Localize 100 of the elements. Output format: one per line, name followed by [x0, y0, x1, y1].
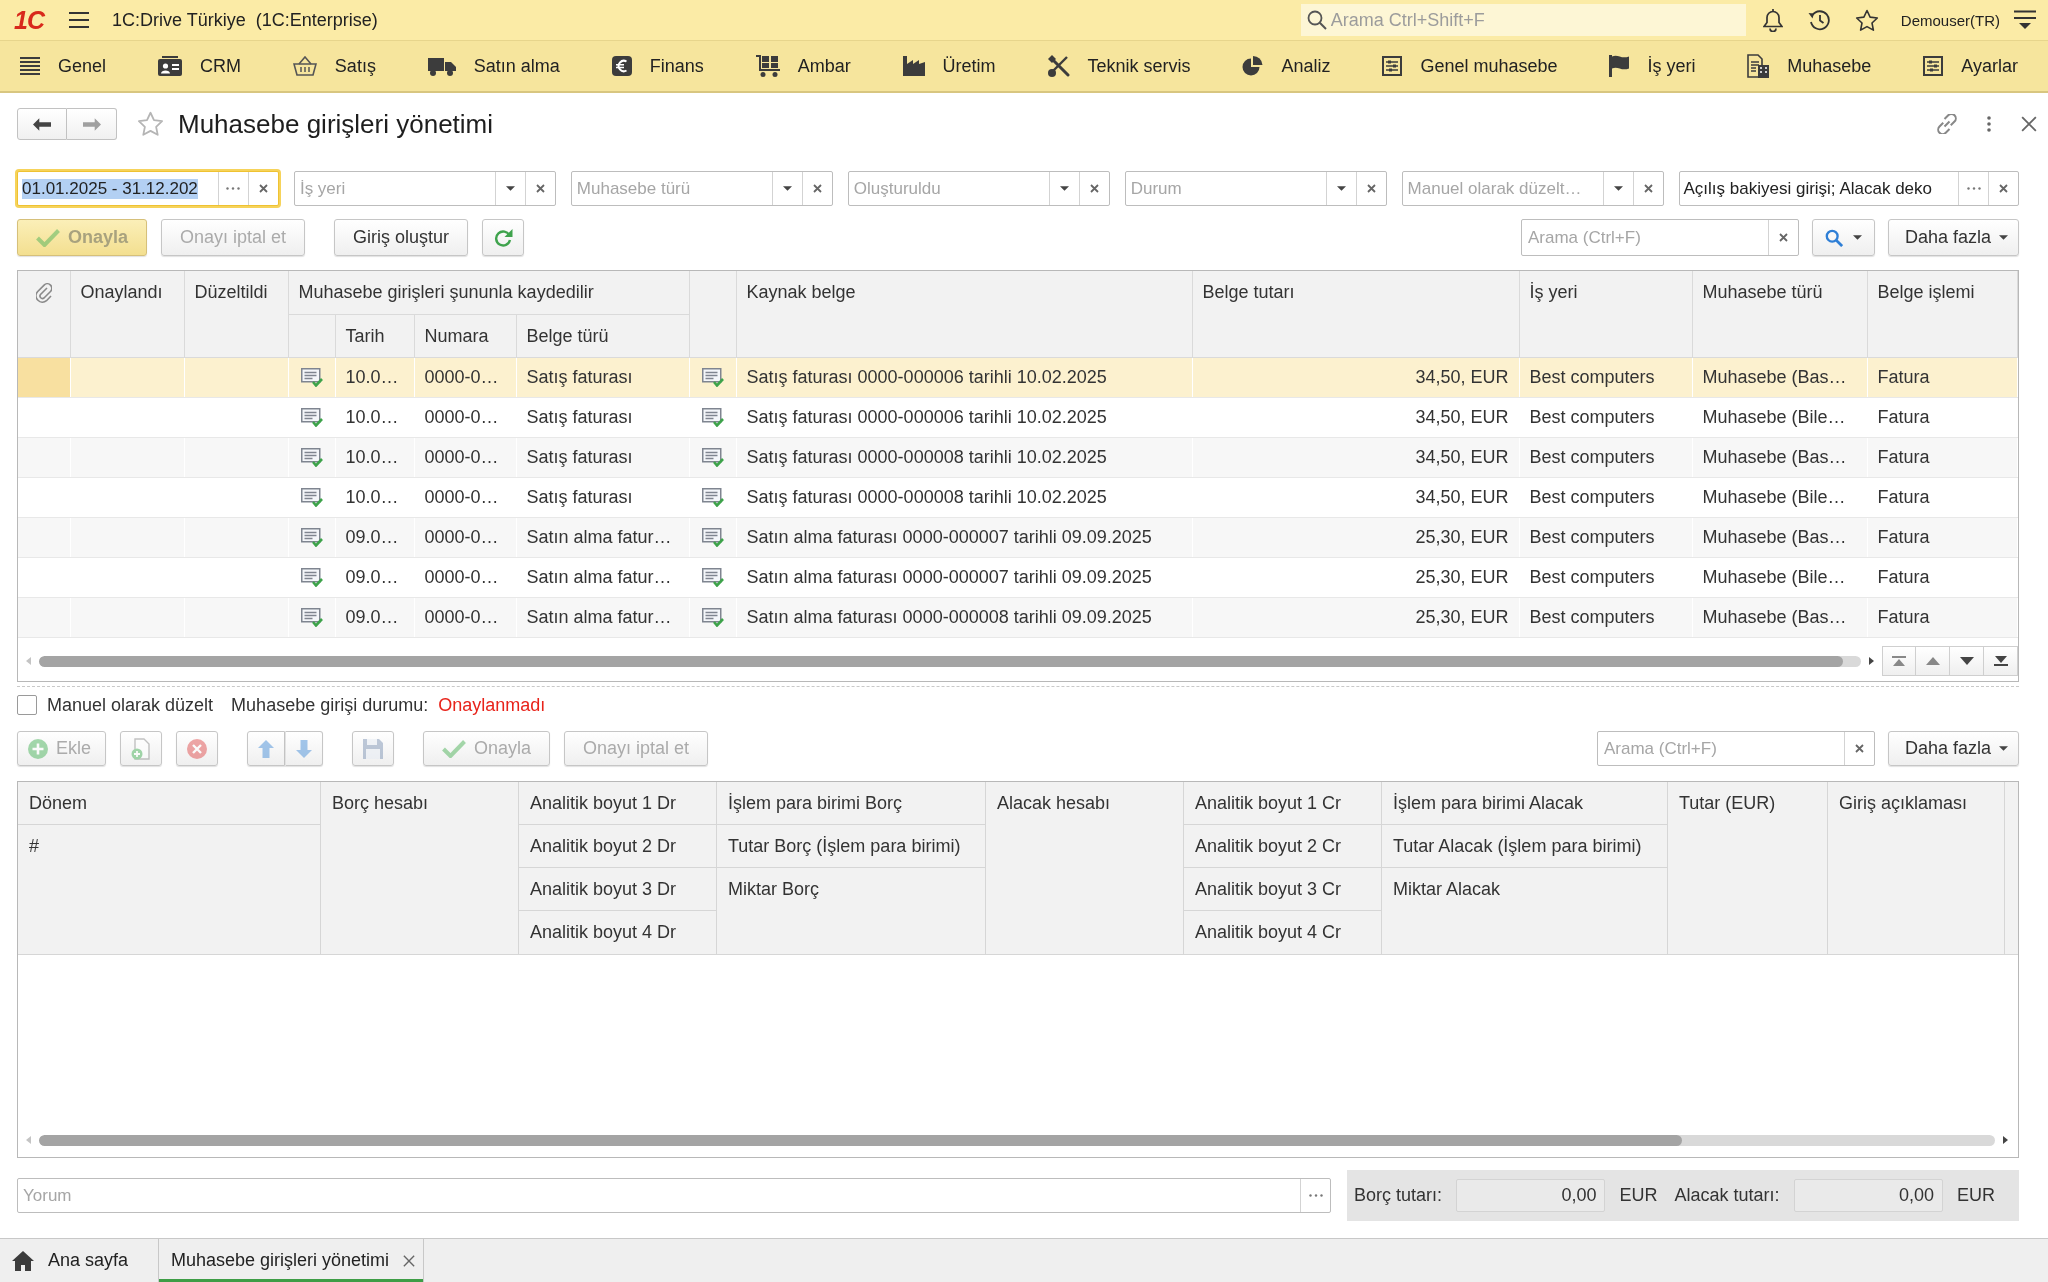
- search-input[interactable]: Arama (Ctrl+F): [1597, 732, 1844, 765]
- column-header[interactable]: Analitik boyut 1 Dr: [519, 782, 716, 825]
- column-header[interactable]: Analitik boyut 4 Cr: [1184, 911, 1381, 954]
- column-header[interactable]: Analitik boyut 1 Cr: [1184, 782, 1381, 825]
- filter-input[interactable]: Durum: [1125, 172, 1326, 205]
- column-header[interactable]: İşlem para birimi Borç: [717, 782, 985, 825]
- column-header[interactable]: Tarih: [335, 314, 414, 357]
- column-header[interactable]: İşlem para birimi Alacak: [1382, 782, 1667, 825]
- more-icon[interactable]: [1987, 116, 1991, 132]
- table-cell: Fatura: [1867, 477, 2018, 517]
- paperclip-icon[interactable]: [35, 283, 52, 303]
- bell-icon[interactable]: [1762, 8, 1783, 32]
- column-header[interactable]: Borç hesabı: [321, 782, 518, 954]
- more-button[interactable]: Daha fazla: [1887, 219, 2019, 256]
- table-row[interactable]: 10.0… 0000-0… Satış faturası Satış faturası 0000-000008 tarihli 10.02.2025 34,50, EUR Best computers Muhasebe (Bas… Fatura: [18, 437, 2018, 477]
- checkbox-label[interactable]: Manuel olarak düzelt: [47, 694, 214, 716]
- menu-button[interactable]: [67, 9, 90, 31]
- filter-field[interactable]: Oluşturuldu: [847, 171, 1110, 206]
- section-link[interactable]: Satış: [292, 55, 376, 77]
- table-row[interactable]: 09.0… 0000-0… Satın alma fatur… Satın alma faturası 0000-000007 tarihli 09.09.2025 25,30, EUR Best computers Muhasebe (Bas… Fatura: [18, 517, 2018, 557]
- section-link[interactable]: Analiz: [1242, 55, 1331, 77]
- section-link[interactable]: Teknik servis: [1047, 55, 1191, 77]
- column-header[interactable]: Muhasebe türü: [1692, 271, 1868, 357]
- user-name[interactable]: Demouser(TR): [1900, 11, 2000, 29]
- column-header[interactable]: Belge işlemi: [1867, 271, 2018, 357]
- search-field[interactable]: Arama Ctrl+Shift+F: [1300, 4, 1746, 36]
- column-header[interactable]: Giriş açıklaması: [1828, 782, 2004, 954]
- search-button[interactable]: [1811, 219, 1875, 256]
- column-header[interactable]: Belge türü: [516, 314, 690, 357]
- column-header[interactable]: Kaynak belge: [736, 271, 1193, 357]
- column-header[interactable]: Onaylandı: [70, 271, 184, 357]
- column-header[interactable]: Miktar Borç: [717, 868, 985, 954]
- table-row[interactable]: 10.0… 0000-0… Satış faturası Satış faturası 0000-000006 tarihli 10.02.2025 34,50, EUR Best computers Muhasebe (Bas… Fatura: [18, 357, 2018, 397]
- column-header[interactable]: Dönem: [18, 782, 320, 825]
- section-link[interactable]: Muhasebe: [1747, 54, 1872, 78]
- filter-field[interactable]: İş yeri: [293, 171, 556, 206]
- close-icon[interactable]: [2021, 116, 2037, 132]
- section-link[interactable]: Genel: [20, 55, 107, 77]
- search-input[interactable]: Arama (Ctrl+F): [1521, 220, 1768, 255]
- close-icon[interactable]: [403, 1254, 416, 1267]
- window-tab[interactable]: Ana sayfa: [0, 1239, 159, 1282]
- basket-icon: [292, 56, 317, 76]
- column-header[interactable]: #: [18, 825, 320, 954]
- column-header[interactable]: Numara: [414, 314, 516, 357]
- checkbox[interactable]: [17, 695, 37, 715]
- next-row-button[interactable]: [1950, 646, 1984, 676]
- filter-input[interactable]: Açılış bakiyesi girişi; Alacak deko: [1679, 172, 1958, 205]
- toolbar-button[interactable]: Giriş oluştur: [334, 219, 469, 256]
- section-link[interactable]: Ayarlar: [1923, 55, 2018, 77]
- star-icon[interactable]: [1854, 8, 1879, 32]
- filter-input[interactable]: Manuel olarak düzelt…: [1402, 172, 1603, 205]
- horizontal-scrollbar[interactable]: [26, 654, 1874, 668]
- table-row[interactable]: 10.0… 0000-0… Satış faturası Satış faturası 0000-000008 tarihli 10.02.2025 34,50, EUR Best computers Muhasebe (Bile… Fatura: [18, 477, 2018, 517]
- more-button[interactable]: Daha fazla: [1887, 731, 2019, 766]
- column-header[interactable]: Düzeltildi: [184, 271, 288, 357]
- filter-input[interactable]: İş yeri: [294, 172, 495, 205]
- column-header[interactable]: Belge tutarı: [1192, 271, 1520, 357]
- column-header[interactable]: Miktar Alacak: [1382, 868, 1667, 954]
- column-header[interactable]: Alacak hesabı: [986, 782, 1183, 954]
- link-icon[interactable]: [1937, 114, 1957, 134]
- filter-field[interactable]: Durum: [1124, 171, 1387, 206]
- column-header[interactable]: Analitik boyut 3 Dr: [519, 868, 716, 911]
- search-input[interactable]: Arama Ctrl+Shift+F: [1330, 9, 1740, 31]
- column-header[interactable]: Analitik boyut 2 Dr: [519, 825, 716, 868]
- section-link[interactable]: Üretim: [902, 55, 996, 77]
- column-header[interactable]: Analitik boyut 3 Cr: [1184, 868, 1381, 911]
- table-row[interactable]: 09.0… 0000-0… Satın alma fatur… Satın alma faturası 0000-000008 tarihli 09.09.2025 25,30, EUR Best computers Muhasebe (Bas… Fatura: [18, 597, 2018, 637]
- filter-field[interactable]: Muhasebe türü: [570, 171, 833, 206]
- history-icon[interactable]: [1806, 9, 1831, 31]
- column-header[interactable]: Analitik boyut 2 Cr: [1184, 825, 1381, 868]
- search-field[interactable]: Arama (Ctrl+F): [1520, 219, 1799, 256]
- horizontal-scrollbar[interactable]: [26, 1133, 2008, 1147]
- last-row-button[interactable]: [1984, 646, 2018, 676]
- filter-field[interactable]: Manuel olarak düzelt…: [1401, 171, 1664, 206]
- menu-icon[interactable]: [2014, 10, 2036, 30]
- column-header[interactable]: İş yeri: [1519, 271, 1693, 357]
- filter-field[interactable]: Açılış bakiyesi girişi; Alacak deko: [1678, 171, 2019, 206]
- search-field[interactable]: Arama (Ctrl+F): [1596, 731, 1875, 766]
- table-row[interactable]: 10.0… 0000-0… Satış faturası Satış faturası 0000-000006 tarihli 10.02.2025 34,50, EUR Best computers Muhasebe (Bile… Fatura: [18, 397, 2018, 437]
- table-cell: Satın alma fatur…: [516, 517, 690, 557]
- refresh-icon: [493, 227, 514, 248]
- refresh-button[interactable]: [482, 219, 525, 256]
- section-link[interactable]: İş yeri: [1609, 55, 1696, 77]
- filter-input[interactable]: Muhasebe türü: [571, 172, 772, 205]
- column-header[interactable]: Tutar Borç (İşlem para birimi): [717, 825, 985, 868]
- section-link[interactable]: Satın alma: [427, 55, 560, 77]
- back-button[interactable]: [17, 108, 67, 140]
- filter-input[interactable]: Oluşturuldu: [848, 172, 1049, 205]
- section-link[interactable]: Ambar: [755, 55, 851, 77]
- section-link[interactable]: CRM: [157, 55, 241, 77]
- column-header[interactable]: Tutar (EUR): [1668, 782, 1827, 954]
- section-link[interactable]: Genel muhasebe: [1382, 55, 1558, 77]
- table-row[interactable]: 09.0… 0000-0… Satın alma fatur… Satın alma faturası 0000-000007 tarihli 09.09.2025 25,30, EUR Best computers Muhasebe (Bile… Fatura: [18, 557, 2018, 597]
- column-header[interactable]: Tutar Alacak (İşlem para birimi): [1382, 825, 1667, 868]
- column-header[interactable]: Analitik boyut 4 Dr: [519, 911, 716, 954]
- filter-field[interactable]: 01.01.2025 - 31.12.202: [17, 171, 279, 206]
- star-icon[interactable]: [137, 111, 164, 137]
- first-row-button[interactable]: [1882, 646, 1916, 676]
- window-tab[interactable]: Muhasebe girişleri yönetimi: [159, 1239, 425, 1282]
- section-link[interactable]: Finans: [611, 55, 704, 77]
